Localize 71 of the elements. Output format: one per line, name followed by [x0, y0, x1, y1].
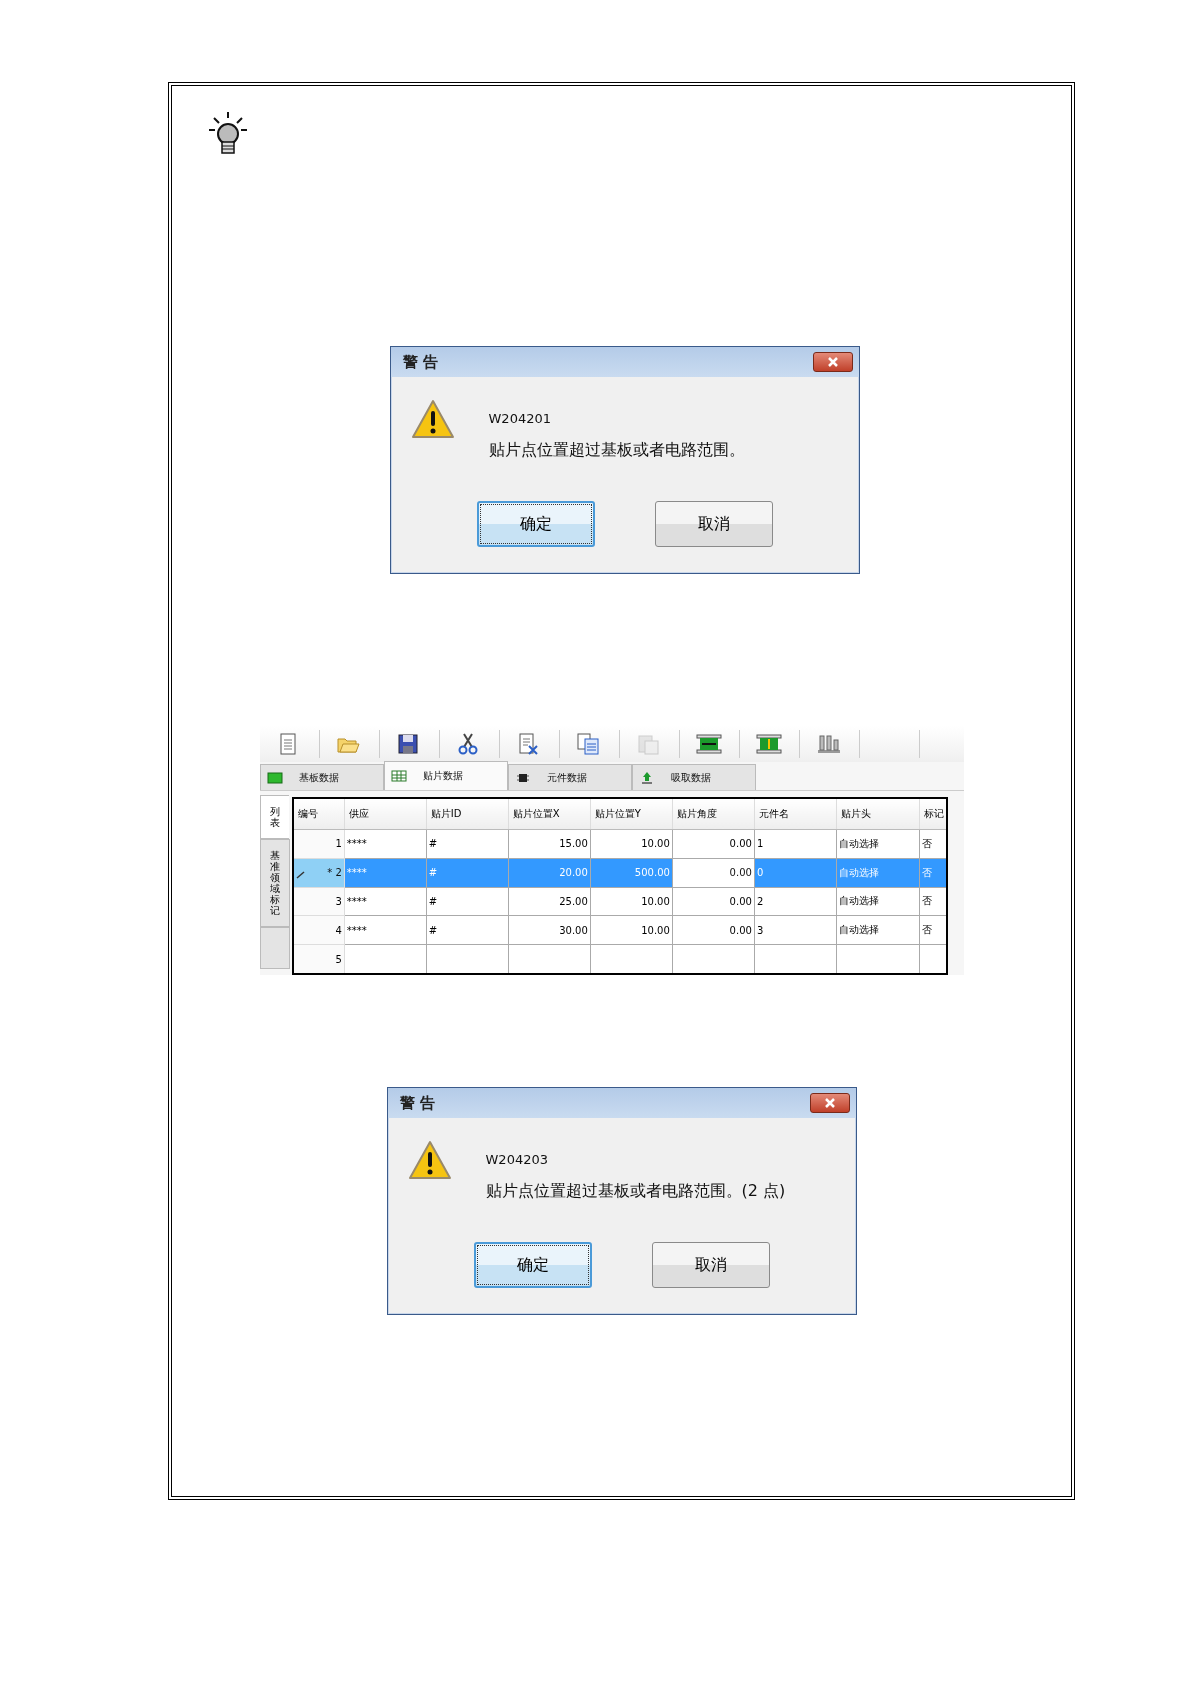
side-tab[interactable]: 列表	[259, 795, 289, 839]
dialog-title: 警 告	[399, 1093, 435, 1113]
table-cell: 2	[754, 887, 837, 916]
grid-icon	[390, 769, 407, 783]
column-header[interactable]: 编号	[292, 798, 345, 830]
column-header[interactable]: 供应	[344, 798, 427, 830]
row-header[interactable]: 4	[292, 915, 345, 945]
warning-message: 贴片点位置超过基板或者电路范围。(2 点)	[485, 1181, 786, 1202]
table-cell: #	[426, 858, 509, 888]
table-cell: 0.00	[672, 915, 755, 945]
row-header[interactable]: 3	[292, 887, 345, 916]
row-header[interactable]: * 2	[292, 858, 345, 888]
vertical-icon[interactable]	[756, 732, 782, 756]
lightbulb-icon	[206, 110, 250, 156]
nozzles-icon[interactable]	[816, 732, 842, 756]
dialog-title: 警 告	[402, 352, 438, 372]
table-cell: ****	[344, 887, 427, 916]
table-cell: #	[426, 829, 509, 859]
column-header[interactable]: 贴片角度	[672, 798, 755, 830]
table-cell: 25.00	[508, 887, 591, 916]
dialog-button[interactable]: 取消	[654, 501, 773, 547]
close-icon	[826, 357, 839, 367]
table-cell: 0.00	[672, 858, 755, 888]
column-header[interactable]: 贴片位置X	[508, 798, 591, 830]
table-cell: 自动选择	[836, 858, 920, 888]
horizontal-icon[interactable]	[696, 732, 722, 756]
column-header[interactable]: 贴片ID	[426, 798, 509, 830]
table-cell: 自动选择	[836, 829, 920, 859]
table-cell: 自动选择	[836, 887, 920, 916]
table-cell: 20.00	[508, 858, 591, 888]
warning-icon	[410, 399, 455, 439]
column-header[interactable]: 贴片位置Y	[590, 798, 673, 830]
table-cell: 3	[754, 915, 837, 945]
table-cell: #	[426, 915, 509, 945]
table-cell: #	[426, 887, 509, 916]
tab[interactable]: 吸取数据	[631, 764, 756, 790]
warning-code: W204203	[485, 1152, 549, 1167]
row-header[interactable]: 1	[292, 829, 345, 859]
table-cell: ****	[344, 915, 427, 945]
warning-message: 贴片点位置超过基板或者电路范围。	[488, 440, 745, 461]
tab[interactable]: 贴片数据	[383, 761, 508, 790]
table-cell: 0	[754, 858, 837, 888]
column-header[interactable]: 标记	[919, 798, 947, 830]
tab[interactable]: 元件数据	[507, 764, 632, 790]
table-cell: 0.00	[672, 829, 755, 859]
warning-icon	[407, 1140, 452, 1180]
table-cell: ****	[344, 829, 427, 859]
close-icon	[823, 1098, 836, 1108]
table-cell: 自动选择	[836, 915, 920, 945]
close-button[interactable]	[812, 352, 853, 372]
table-cell: 0.00	[672, 887, 755, 916]
dialog-button[interactable]: 确定	[476, 501, 595, 547]
table-cell: 15.00	[508, 829, 591, 859]
dialog-button[interactable]: 确定	[473, 1242, 592, 1288]
table-cell: 10.00	[590, 887, 673, 916]
tab[interactable]: 基板数据	[259, 764, 384, 790]
copy-icon[interactable]	[576, 732, 602, 756]
row-header[interactable]: 5	[292, 944, 345, 974]
side-tab[interactable]: 基准领域标记	[259, 839, 290, 927]
board-icon	[266, 770, 283, 785]
column-header[interactable]: 元件名	[754, 798, 837, 830]
dialog-button[interactable]: 取消	[651, 1242, 770, 1288]
table-cell: 30.00	[508, 915, 591, 945]
table-cell: 10.00	[590, 915, 673, 945]
table-cell: ****	[344, 858, 427, 888]
column-header[interactable]: 贴片头	[836, 798, 920, 830]
table-cell: 10.00	[590, 829, 673, 859]
table-cell: 1	[754, 829, 837, 859]
warning-code: W204201	[488, 411, 552, 426]
table-cell: 500.00	[590, 858, 673, 888]
close-button[interactable]	[809, 1093, 850, 1113]
